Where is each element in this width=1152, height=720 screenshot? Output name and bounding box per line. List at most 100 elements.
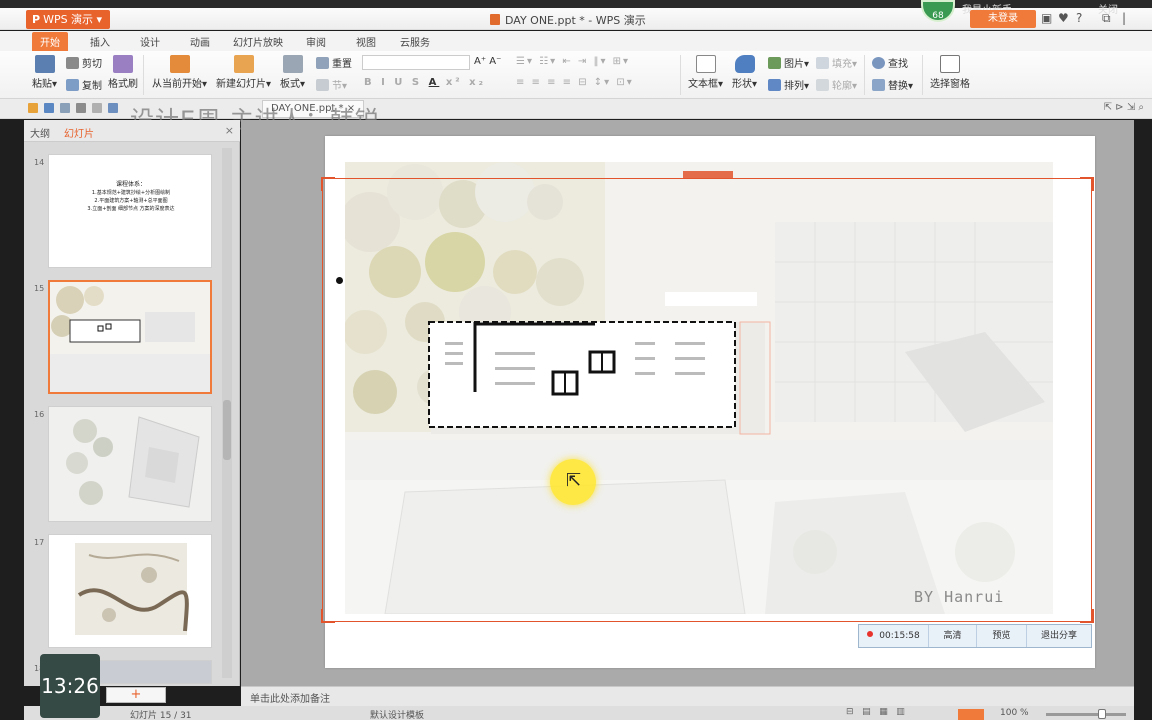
login-button[interactable]: 未登录 bbox=[970, 10, 1036, 28]
reset-button[interactable]: 重置 bbox=[316, 55, 352, 70]
preview-button[interactable]: 预览 bbox=[977, 625, 1027, 647]
preview-icon[interactable] bbox=[92, 103, 102, 113]
layout-button[interactable]: 板式▾ bbox=[280, 55, 305, 90]
ribbon-divider bbox=[143, 55, 144, 95]
align-buttons[interactable]: ≡ ≡ ≡ ≡ ⊟ ↕▾ ⊡▾ bbox=[516, 77, 634, 88]
text-box-button[interactable]: 文本框▾ bbox=[688, 55, 723, 90]
picture-button[interactable]: 图片▾ bbox=[768, 55, 809, 70]
bullet-dot bbox=[336, 277, 343, 284]
new-slide-button[interactable]: 新建幻灯片▾ bbox=[216, 55, 271, 90]
thumbnail-text: 课程体系： 1.基本规范+建筑抄绘+分析图绘制 2.平面建筑方案+轴测+总平面图… bbox=[59, 181, 203, 213]
font-name-input[interactable] bbox=[362, 55, 470, 70]
print-icon[interactable] bbox=[76, 103, 86, 113]
arrange-button[interactable]: 排列▾ bbox=[768, 77, 809, 92]
zoom-slider[interactable] bbox=[1046, 713, 1126, 716]
slide-number: 17 bbox=[34, 538, 45, 547]
close-panel-icon[interactable]: × bbox=[225, 124, 234, 137]
text-format-buttons[interactable]: B I U S A x² x₂ bbox=[364, 77, 486, 88]
tab-slides[interactable]: 幻灯片 bbox=[64, 125, 94, 140]
tab-view[interactable]: 视图 bbox=[356, 34, 376, 49]
slide-thumbnail[interactable] bbox=[48, 406, 212, 522]
paragraph-buttons[interactable]: ☰▾ ☷▾ ⇤ ⇥ ‖▾ ⊞▾ bbox=[516, 56, 630, 67]
tab-cloud[interactable]: 云服务 bbox=[400, 34, 430, 49]
shape-label: 形状 bbox=[732, 79, 752, 90]
output-icon[interactable] bbox=[60, 103, 70, 113]
document-title: DAY ONE.ppt * - WPS 演示 bbox=[490, 12, 646, 28]
copy-icon bbox=[66, 79, 79, 91]
copy-button[interactable]: 复制 bbox=[66, 77, 102, 92]
cut-label: 剪切 bbox=[82, 59, 102, 70]
quickbar-right-icons[interactable]: ⇱ ⊳ ⇲ ⌕ bbox=[1104, 102, 1144, 113]
help-icon[interactable]: ? bbox=[1076, 11, 1082, 25]
from-current-button[interactable]: 从当前开始▾ bbox=[152, 55, 207, 90]
notes-pane[interactable]: 单击此处添加备注 bbox=[241, 686, 1134, 706]
tab-outline[interactable]: 大纲 bbox=[30, 125, 50, 140]
ribbon-tabs: 开始 插入 设计 动画 幻灯片放映 审阅 视图 云服务 bbox=[0, 31, 1152, 51]
open-icon[interactable] bbox=[28, 103, 38, 113]
tab-design[interactable]: 设计 bbox=[140, 34, 160, 49]
resize-handle-bottom-right[interactable] bbox=[1080, 609, 1094, 623]
slide-thumbnail[interactable]: 课程体系： 1.基本规范+建筑抄绘+分析图绘制 2.平面建筑方案+轴测+总平面图… bbox=[48, 154, 212, 268]
scissors-icon bbox=[66, 57, 79, 69]
wps-logo-label: WPS 演示 bbox=[43, 13, 94, 26]
outline-button[interactable]: 轮廓▾ bbox=[816, 77, 857, 92]
add-slide-button[interactable]: + bbox=[106, 687, 166, 703]
select-pane-button[interactable]: 选择窗格 bbox=[930, 55, 970, 90]
zoom-slider-knob[interactable] bbox=[1098, 709, 1106, 719]
save-icon[interactable] bbox=[44, 103, 54, 113]
section-button[interactable]: 节▾ bbox=[316, 77, 347, 92]
tab-review[interactable]: 审阅 bbox=[306, 34, 326, 49]
tab-slideshow[interactable]: 幻灯片放映 bbox=[233, 34, 283, 49]
new-slide-icon bbox=[233, 55, 254, 73]
undo-icon[interactable] bbox=[108, 103, 118, 113]
recording-share-bar: 00:15:58 高清 预览 退出分享 bbox=[858, 624, 1092, 648]
arrange-icon bbox=[768, 79, 781, 91]
section-icon bbox=[316, 79, 329, 91]
resize-handle-bottom-left[interactable] bbox=[321, 609, 335, 623]
find-button[interactable]: 查找 bbox=[872, 55, 908, 70]
view-mode-icons[interactable]: ⊟ ▤ ▦ ▥ bbox=[846, 707, 905, 717]
close-icon[interactable]: | bbox=[1122, 11, 1126, 25]
ppt-file-icon bbox=[490, 14, 500, 25]
current-slide[interactable]: BY Hanrui ⇱ bbox=[321, 136, 1095, 668]
wps-menu-button[interactable]: P WPS 演示 ▾ bbox=[26, 10, 110, 29]
cursor-icon: ⇱ bbox=[566, 470, 582, 491]
replace-button[interactable]: 替换▾ bbox=[872, 77, 913, 92]
tab-home[interactable]: 开始 bbox=[32, 32, 68, 51]
fill-button[interactable]: 填充▾ bbox=[816, 55, 857, 70]
restore-icon[interactable]: ⧉ bbox=[1102, 11, 1111, 26]
format-painter-button[interactable]: 格式刷 bbox=[108, 55, 138, 90]
record-dot-icon bbox=[867, 631, 874, 637]
scrollbar-thumb[interactable] bbox=[223, 400, 231, 460]
image-selection-frame[interactable] bbox=[322, 178, 1092, 622]
exit-share-button[interactable]: 退出分享 bbox=[1027, 625, 1091, 647]
slide-thumbnail[interactable] bbox=[48, 534, 212, 648]
slide-counter: 幻灯片 15 / 31 bbox=[130, 711, 192, 720]
copy-label: 复制 bbox=[82, 81, 102, 92]
font-size-buttons[interactable]: A⁺ A⁻ bbox=[474, 56, 501, 67]
tab-animation[interactable]: 动画 bbox=[190, 34, 210, 49]
shape-icon bbox=[734, 55, 755, 73]
hd-button[interactable]: 高清 bbox=[929, 625, 977, 647]
feedback-icon[interactable]: ♥ bbox=[1058, 11, 1069, 25]
magnifier-icon bbox=[872, 57, 885, 69]
shape-button[interactable]: 形状▾ bbox=[732, 55, 757, 90]
resize-handle-top-right[interactable] bbox=[1080, 177, 1094, 191]
level-badge[interactable]: 68 bbox=[921, 0, 955, 22]
thumbnail-contour-map bbox=[49, 535, 211, 647]
cut-button[interactable]: 剪切 bbox=[66, 55, 102, 70]
format-painter-label: 格式刷 bbox=[108, 79, 138, 90]
slide-thumbnail-selected[interactable] bbox=[48, 280, 212, 394]
play-slideshow-button[interactable] bbox=[958, 709, 984, 720]
thumbnail-site-plan bbox=[50, 282, 210, 392]
selection-rotate-handle[interactable] bbox=[683, 171, 733, 178]
resize-handle-top-left[interactable] bbox=[321, 177, 335, 191]
slide-thumbnail-panel: 大纲 幻灯片 × 14 课程体系： 1.基本规范+建筑抄绘+分析图绘制 2.平面… bbox=[24, 120, 240, 703]
skin-icon[interactable]: ▣ bbox=[1041, 11, 1052, 25]
thumbnail-aerial-plan bbox=[49, 407, 211, 521]
slideshow-icon bbox=[169, 55, 190, 73]
thumbnail-scrollbar[interactable] bbox=[222, 148, 232, 678]
tab-insert[interactable]: 插入 bbox=[90, 34, 110, 49]
paste-button[interactable]: 粘贴▾ bbox=[32, 55, 57, 90]
fill-icon bbox=[816, 57, 829, 69]
